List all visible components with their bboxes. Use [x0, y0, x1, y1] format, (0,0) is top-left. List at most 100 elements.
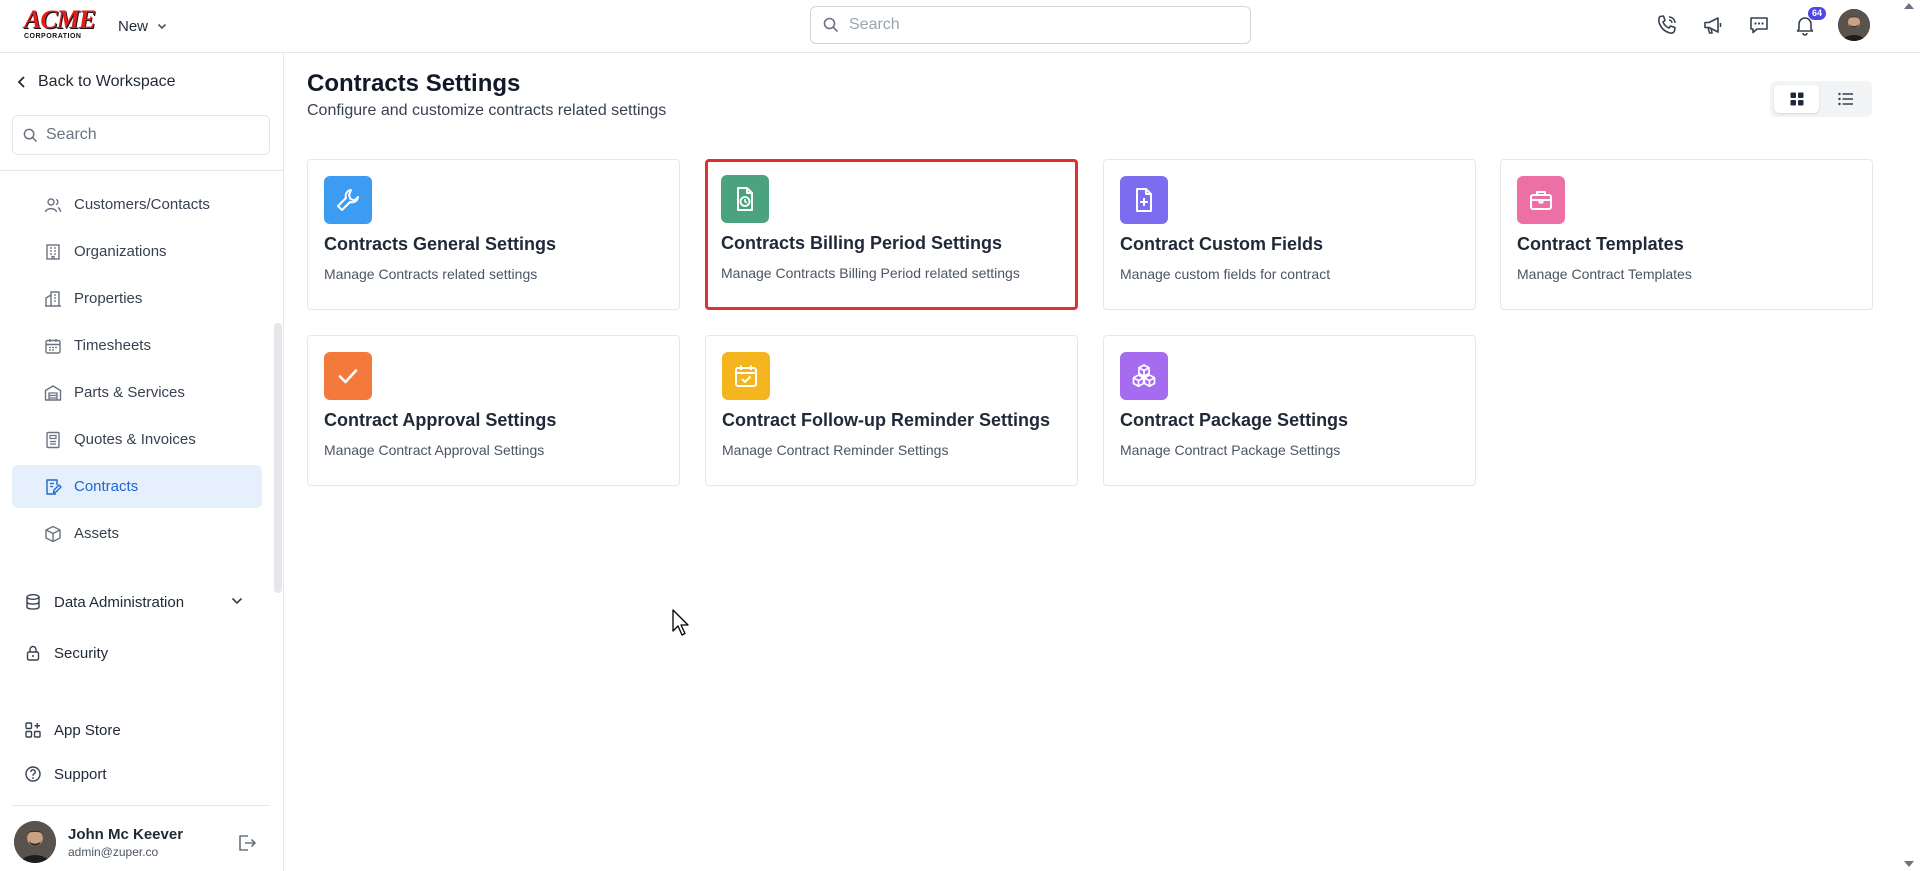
mouse-cursor-icon: [672, 609, 689, 636]
card-title: Contract Approval Settings: [324, 410, 557, 430]
apps-icon: [25, 722, 41, 738]
sidebar-search-input[interactable]: [46, 126, 246, 144]
sidebar-item-security[interactable]: Security: [24, 644, 108, 662]
invoice-icon: [46, 431, 60, 448]
company-logo[interactable]: ACME CORPORATION: [24, 5, 96, 41]
sidebar-item-label: Security: [54, 644, 109, 662]
settings-card-contract-custom-fields[interactable]: Contract Custom Fields Manage custom fie…: [1103, 159, 1476, 310]
list-view-button[interactable]: [1823, 85, 1868, 113]
global-search-input[interactable]: [849, 16, 1229, 34]
user-profile[interactable]: John Mc Keever admin@zuper.co: [14, 821, 183, 863]
sidebar-item-properties[interactable]: Properties: [12, 277, 262, 320]
settings-card-contract-follow-up-reminder[interactable]: Contract Follow-up Reminder Settings Man…: [705, 335, 1078, 486]
scroll-up-arrow-icon[interactable]: [1902, 0, 1916, 12]
top-icons: 64: [1654, 7, 1870, 41]
settings-card-contract-approval[interactable]: Contract Approval Settings Manage Contra…: [307, 335, 680, 486]
card-description: Manage Contract Reminder Settings: [722, 442, 949, 458]
sidebar-item-support[interactable]: Support: [24, 765, 107, 783]
card-title: Contract Follow-up Reminder Settings: [722, 410, 1051, 430]
sidebar-item-parts-services[interactable]: Parts & Services: [12, 371, 262, 414]
document-clock-icon: [721, 175, 769, 223]
calendar-check-icon: [722, 352, 770, 400]
warehouse-icon: [44, 384, 62, 401]
document-plus-icon: [1120, 176, 1168, 224]
building-icon: [46, 243, 60, 260]
sidebar-item-label: Quotes & Invoices: [74, 431, 196, 448]
settings-card-contracts-billing-period[interactable]: Contracts Billing Period Settings Manage…: [705, 159, 1078, 310]
divider: [0, 170, 283, 171]
sidebar-item-label: Support: [54, 765, 107, 783]
sidebar-item-label: Customers/Contacts: [74, 196, 210, 213]
phone-icon[interactable]: [1654, 12, 1680, 38]
scroll-down-arrow-icon[interactable]: [1902, 858, 1916, 870]
sidebar-item-label: Properties: [74, 290, 143, 307]
chat-icon[interactable]: [1746, 12, 1772, 38]
global-search[interactable]: [810, 6, 1251, 44]
sidebar-item-contracts[interactable]: Contracts: [12, 465, 262, 508]
sidebar-item-quotes-invoices[interactable]: Quotes & Invoices: [12, 418, 262, 461]
card-title: Contract Custom Fields: [1120, 234, 1324, 254]
lock-icon: [26, 645, 40, 661]
logout-icon[interactable]: [236, 832, 258, 854]
boxes-icon: [1120, 352, 1168, 400]
avatar: [14, 821, 56, 863]
megaphone-icon[interactable]: [1700, 12, 1726, 38]
card-description: Manage Contracts Billing Period related …: [721, 265, 1020, 281]
sidebar-item-timesheets[interactable]: Timesheets: [12, 324, 262, 367]
settings-card-contract-package[interactable]: Contract Package Settings Manage Contrac…: [1103, 335, 1476, 486]
logo-subtext: CORPORATION: [24, 33, 82, 40]
card-title: Contracts General Settings: [324, 234, 557, 254]
card-description: Manage Contract Approval Settings: [324, 442, 545, 458]
settings-card-contracts-general[interactable]: Contracts General Settings Manage Contra…: [307, 159, 680, 310]
user-email: admin@zuper.co: [68, 844, 159, 859]
sidebar-item-label: Data Administration: [54, 593, 185, 611]
view-toggle: [1770, 81, 1872, 117]
back-to-workspace-link[interactable]: Back to Workspace: [16, 73, 176, 91]
cube-icon: [45, 525, 61, 542]
card-title: Contracts Billing Period Settings: [721, 233, 1003, 253]
sidebar-item-label: Contracts: [74, 478, 139, 495]
check-icon: [324, 352, 372, 400]
grid-view-button[interactable]: [1774, 85, 1819, 113]
logo-text: ACME: [24, 5, 96, 34]
top-bar: ACME CORPORATION New 64: [0, 0, 1920, 53]
chevron-down-icon: [157, 23, 167, 30]
sidebar-item-app-store[interactable]: App Store: [24, 721, 121, 739]
sidebar-item-label: App Store: [54, 721, 121, 739]
sidebar-item-label: Assets: [74, 525, 120, 542]
notification-badge: 64: [1807, 7, 1826, 20]
contract-icon: [46, 478, 62, 495]
briefcase-icon: [1517, 176, 1565, 224]
page-title: Contracts Settings: [307, 70, 521, 97]
sidebar-search[interactable]: [12, 115, 270, 155]
sidebar-item-organizations[interactable]: Organizations: [12, 230, 262, 273]
settings-sidebar: Back to Workspace Customers/Contacts Org…: [0, 53, 284, 871]
search-icon: [23, 128, 38, 142]
sidebar-item-assets[interactable]: Assets: [12, 512, 262, 555]
sidebar-item-customers-contacts[interactable]: Customers/Contacts: [12, 183, 262, 226]
contacts-icon: [44, 197, 62, 212]
sidebar-scrollbar[interactable]: [274, 323, 282, 593]
new-menu-button[interactable]: New: [118, 14, 168, 38]
user-avatar[interactable]: [1838, 9, 1870, 41]
back-label: Back to Workspace: [38, 73, 176, 90]
grid-icon: [1790, 92, 1803, 106]
list-icon: [1837, 92, 1853, 106]
sidebar-item-label: Organizations: [74, 243, 167, 260]
card-description: Manage Contracts related settings: [324, 266, 538, 282]
calendar-icon: [45, 338, 61, 354]
card-title: Contract Templates: [1517, 234, 1684, 254]
module-settings-list: Customers/Contacts Organizations Propert…: [12, 183, 262, 559]
wrench-icon: [324, 176, 372, 224]
search-icon: [823, 17, 839, 33]
property-icon: [45, 290, 61, 307]
card-title: Contract Package Settings: [1120, 410, 1349, 430]
sidebar-item-data-administration[interactable]: Data Administration: [24, 593, 184, 611]
notifications-bell-icon[interactable]: 64: [1792, 7, 1826, 38]
user-name: John Mc Keever: [68, 825, 184, 843]
chevron-down-icon[interactable]: [230, 595, 244, 607]
card-description: Manage Contract Templates: [1517, 266, 1692, 282]
card-description: Manage Contract Package Settings: [1120, 442, 1341, 458]
help-circle-icon: [25, 766, 41, 782]
settings-card-contract-templates[interactable]: Contract Templates Manage Contract Templ…: [1500, 159, 1873, 310]
